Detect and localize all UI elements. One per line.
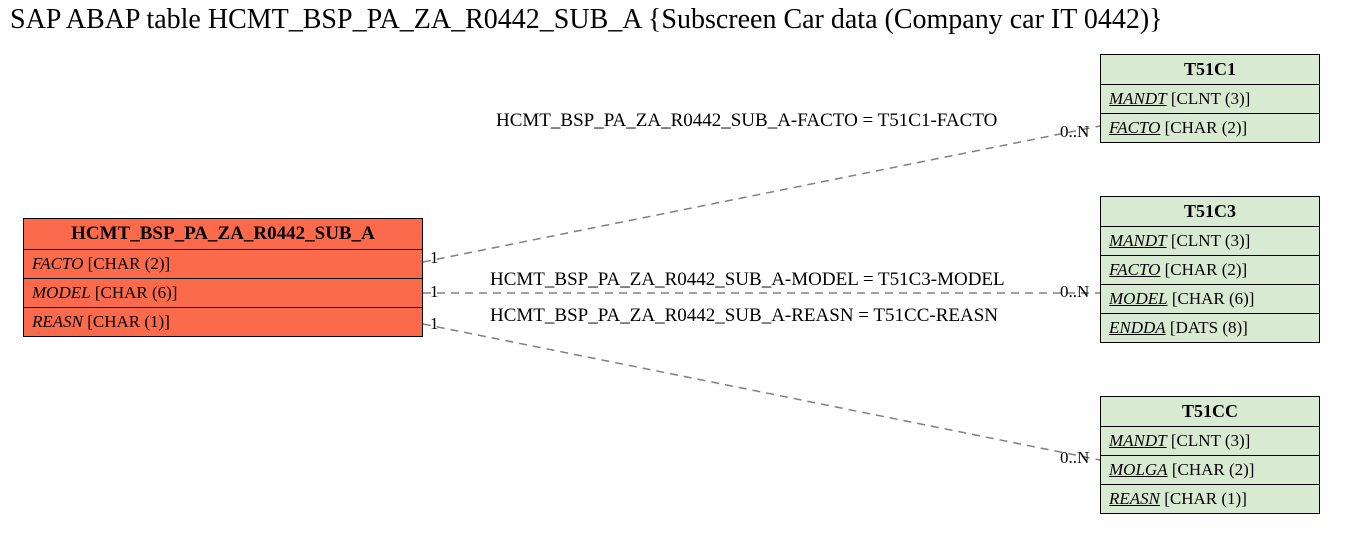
entity-t51c3-header: T51C3 bbox=[1101, 197, 1319, 227]
entity-t51cc-field-mandt: MANDT [CLNT (3)] bbox=[1101, 427, 1319, 456]
cardinality-left-2: 1 bbox=[430, 282, 439, 302]
field-name: ENDDA bbox=[1109, 318, 1166, 337]
entity-main: HCMT_BSP_PA_ZA_R0442_SUB_A FACTO [CHAR (… bbox=[23, 218, 423, 337]
field-name: FACTO bbox=[1109, 260, 1160, 279]
er-diagram: SAP ABAP table HCMT_BSP_PA_ZA_R0442_SUB_… bbox=[0, 0, 1347, 543]
field-type: [CHAR (2)] bbox=[1165, 118, 1248, 137]
cardinality-left-3: 1 bbox=[430, 314, 439, 334]
field-name: REASN bbox=[1109, 489, 1160, 508]
entity-t51c1: T51C1 MANDT [CLNT (3)] FACTO [CHAR (2)] bbox=[1100, 54, 1320, 143]
field-type: [CLNT (3)] bbox=[1171, 231, 1250, 250]
entity-t51c1-field-mandt: MANDT [CLNT (3)] bbox=[1101, 85, 1319, 114]
cardinality-right-3: 0..N bbox=[1060, 448, 1089, 468]
field-type: [DATS (8)] bbox=[1170, 318, 1248, 337]
entity-t51cc-field-molga: MOLGA [CHAR (2)] bbox=[1101, 456, 1319, 485]
field-name: MANDT bbox=[1109, 89, 1167, 108]
entity-t51cc-header: T51CC bbox=[1101, 397, 1319, 427]
relation-label-model: HCMT_BSP_PA_ZA_R0442_SUB_A-MODEL = T51C3… bbox=[490, 269, 1005, 291]
cardinality-right-2: 0..N bbox=[1060, 282, 1089, 302]
field-name: MODEL bbox=[1109, 289, 1168, 308]
entity-main-header: HCMT_BSP_PA_ZA_R0442_SUB_A bbox=[24, 219, 422, 250]
entity-main-field-facto: FACTO [CHAR (2)] bbox=[24, 250, 422, 279]
field-type: [CHAR (2)] bbox=[88, 254, 171, 273]
field-type: [CHAR (6)] bbox=[1172, 289, 1255, 308]
entity-t51c3: T51C3 MANDT [CLNT (3)] FACTO [CHAR (2)] … bbox=[1100, 196, 1320, 343]
entity-t51c3-field-endda: ENDDA [DATS (8)] bbox=[1101, 314, 1319, 342]
cardinality-right-1: 0..N bbox=[1060, 122, 1089, 142]
field-type: [CHAR (2)] bbox=[1172, 460, 1255, 479]
entity-main-field-model: MODEL [CHAR (6)] bbox=[24, 279, 422, 308]
entity-t51c1-field-facto: FACTO [CHAR (2)] bbox=[1101, 114, 1319, 142]
field-name: FACTO bbox=[32, 254, 83, 273]
entity-t51cc: T51CC MANDT [CLNT (3)] MOLGA [CHAR (2)] … bbox=[1100, 396, 1320, 514]
diagram-title: SAP ABAP table HCMT_BSP_PA_ZA_R0442_SUB_… bbox=[10, 4, 1163, 36]
field-name: MANDT bbox=[1109, 431, 1167, 450]
relation-label-facto: HCMT_BSP_PA_ZA_R0442_SUB_A-FACTO = T51C1… bbox=[496, 110, 997, 132]
field-type: [CHAR (6)] bbox=[95, 283, 178, 302]
entity-t51cc-field-reasn: REASN [CHAR (1)] bbox=[1101, 485, 1319, 513]
entity-t51c3-field-model: MODEL [CHAR (6)] bbox=[1101, 285, 1319, 314]
cardinality-left-1: 1 bbox=[430, 248, 439, 268]
field-name: MODEL bbox=[32, 283, 91, 302]
entity-t51c1-header: T51C1 bbox=[1101, 55, 1319, 85]
field-name: FACTO bbox=[1109, 118, 1160, 137]
field-type: [CLNT (3)] bbox=[1171, 431, 1250, 450]
entity-main-field-reasn: REASN [CHAR (1)] bbox=[24, 308, 422, 336]
field-name: REASN bbox=[32, 312, 83, 331]
entity-t51c3-field-mandt: MANDT [CLNT (3)] bbox=[1101, 227, 1319, 256]
field-type: [CHAR (1)] bbox=[1164, 489, 1247, 508]
field-type: [CHAR (2)] bbox=[1165, 260, 1248, 279]
field-type: [CHAR (1)] bbox=[87, 312, 170, 331]
field-name: MOLGA bbox=[1109, 460, 1168, 479]
field-name: MANDT bbox=[1109, 231, 1167, 250]
entity-t51c3-field-facto: FACTO [CHAR (2)] bbox=[1101, 256, 1319, 285]
field-type: [CLNT (3)] bbox=[1171, 89, 1250, 108]
relation-label-reasn: HCMT_BSP_PA_ZA_R0442_SUB_A-REASN = T51CC… bbox=[490, 305, 998, 327]
